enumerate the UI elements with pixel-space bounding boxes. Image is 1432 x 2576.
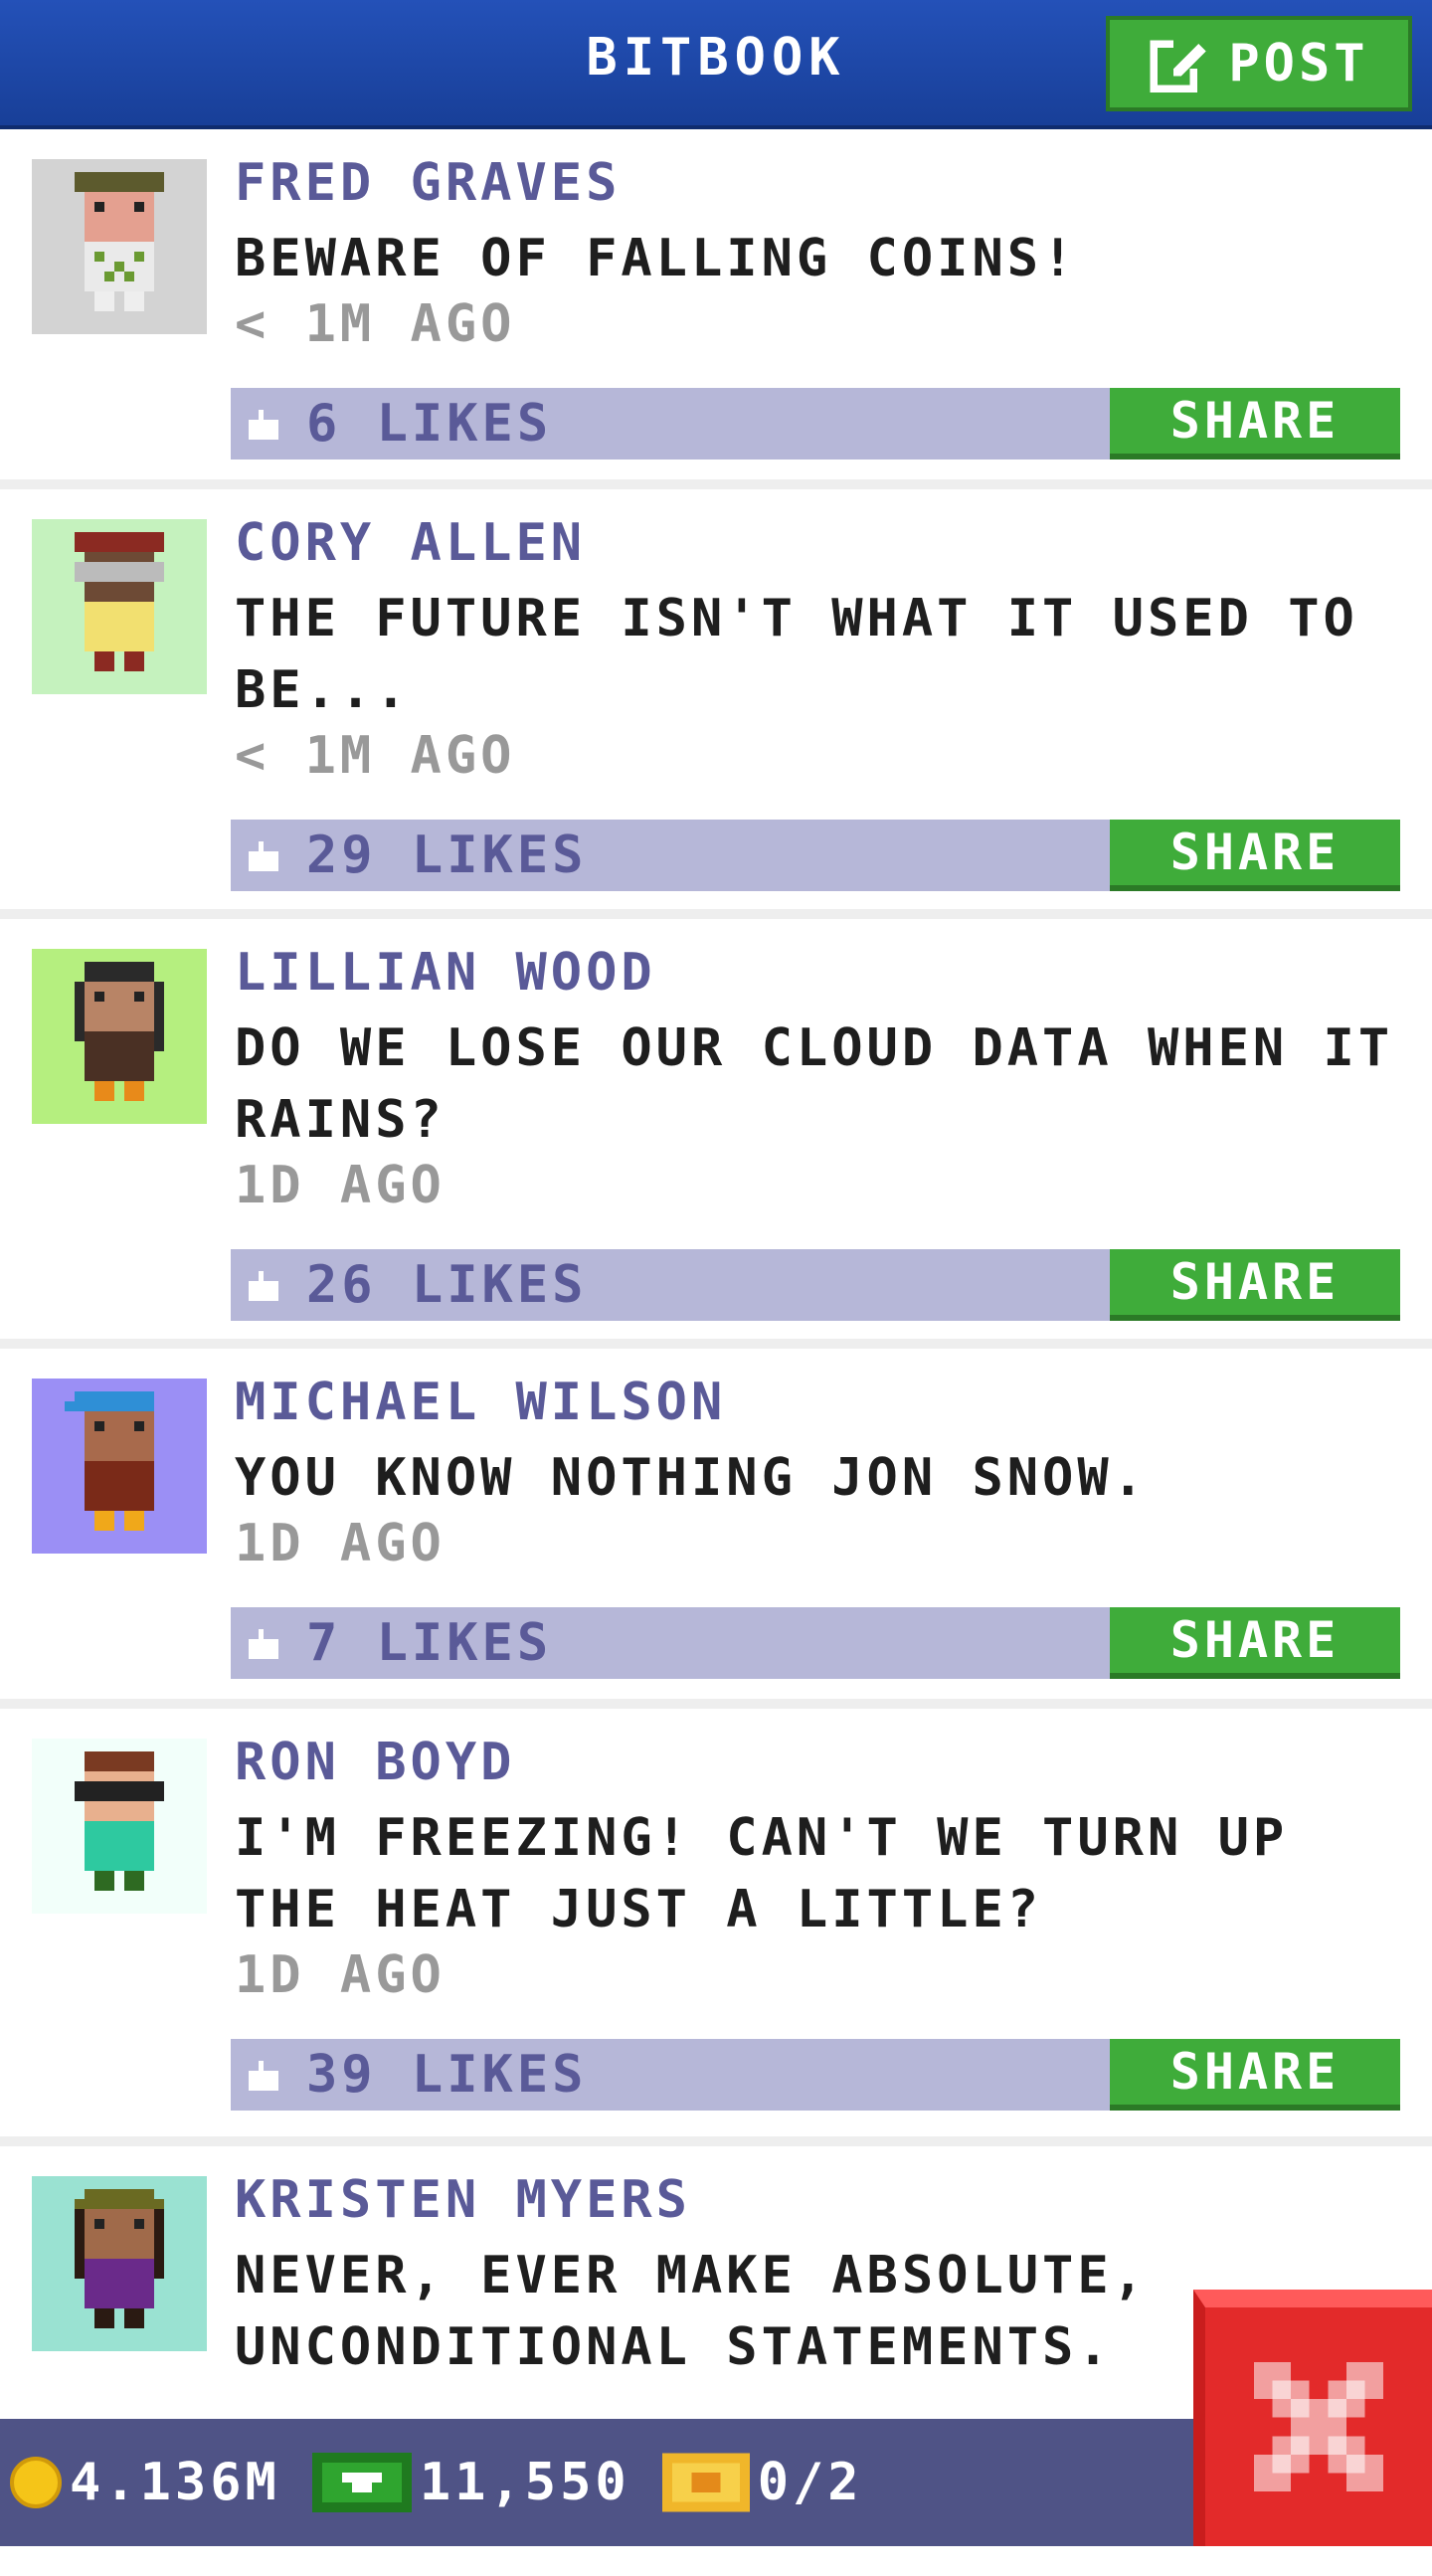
thumbs-up-icon bbox=[249, 1271, 278, 1301]
person-avatar-icon bbox=[75, 1751, 164, 1891]
coins-stat: 4.136M bbox=[10, 2453, 280, 2512]
bux-icon bbox=[311, 2453, 412, 2512]
coin-icon bbox=[10, 2457, 62, 2508]
person-avatar-icon bbox=[75, 532, 164, 671]
person-avatar-icon bbox=[75, 172, 164, 311]
avatar bbox=[32, 1379, 207, 1554]
post-time: 1D AGO bbox=[235, 1514, 446, 1573]
post-message: I'M FREEZING! CAN'T WE TURN UP THE HEAT … bbox=[235, 1808, 1289, 1939]
likes-count: 29 LIKES bbox=[306, 826, 588, 885]
likes-bar: 6 LIKES SHARE bbox=[231, 388, 1400, 460]
share-button[interactable]: SHARE bbox=[1110, 1249, 1400, 1321]
likes-bar: 29 LIKES SHARE bbox=[231, 820, 1400, 891]
feed-post: MICHAEL WILSON YOU KNOW NOTHING JON SNOW… bbox=[0, 1349, 1432, 1709]
post-author[interactable]: LILLIAN WOOD bbox=[235, 943, 656, 1003]
thumbs-up-icon bbox=[249, 841, 278, 871]
tickets-stat: 0/2 bbox=[661, 2453, 863, 2512]
share-button[interactable]: SHARE bbox=[1110, 820, 1400, 891]
tickets-value: 0/2 bbox=[757, 2453, 863, 2512]
avatar bbox=[32, 949, 207, 1124]
post-time: 1D AGO bbox=[235, 1945, 446, 2005]
feed: FRED GRAVES BEWARE OF FALLING COINS! < 1… bbox=[0, 129, 1432, 2576]
thumbs-up-icon bbox=[249, 1629, 278, 1659]
post-author[interactable]: CORY ALLEN bbox=[235, 513, 586, 573]
post-time: < 1M AGO bbox=[235, 294, 516, 354]
post-time: < 1M AGO bbox=[235, 726, 516, 786]
likes-count: 26 LIKES bbox=[306, 1255, 588, 1315]
avatar bbox=[32, 519, 207, 694]
close-button[interactable] bbox=[1193, 2290, 1432, 2546]
compose-icon bbox=[1150, 34, 1209, 92]
post-message: THE FUTURE ISN'T WHAT IT USED TO BE... bbox=[235, 589, 1358, 720]
share-button[interactable]: SHARE bbox=[1110, 388, 1400, 460]
avatar bbox=[32, 1739, 207, 1914]
avatar bbox=[32, 159, 207, 334]
post-author[interactable]: MICHAEL WILSON bbox=[235, 1373, 726, 1432]
feed-post: FRED GRAVES BEWARE OF FALLING COINS! < 1… bbox=[0, 129, 1432, 489]
avatar bbox=[32, 2176, 207, 2351]
likes-bar: 7 LIKES SHARE bbox=[231, 1607, 1400, 1679]
share-button[interactable]: SHARE bbox=[1110, 2039, 1400, 2111]
likes-count: 6 LIKES bbox=[306, 394, 553, 454]
share-button[interactable]: SHARE bbox=[1110, 1607, 1400, 1679]
likes-bar: 26 LIKES SHARE bbox=[231, 1249, 1400, 1321]
feed-post: RON BOYD I'M FREEZING! CAN'T WE TURN UP … bbox=[0, 1709, 1432, 2146]
likes-bar: 39 LIKES SHARE bbox=[231, 2039, 1400, 2111]
post-button[interactable]: POST bbox=[1106, 16, 1412, 111]
feed-post: CORY ALLEN THE FUTURE ISN'T WHAT IT USED… bbox=[0, 489, 1432, 919]
post-message: DO WE LOSE OUR CLOUD DATA WHEN IT RAINS? bbox=[235, 1018, 1394, 1150]
post-message: BEWARE OF FALLING COINS! bbox=[235, 229, 1078, 288]
thumbs-up-icon bbox=[249, 2061, 278, 2091]
post-author[interactable]: RON BOYD bbox=[235, 1733, 515, 1792]
likes-count: 7 LIKES bbox=[306, 1613, 553, 1673]
close-icon bbox=[1254, 2362, 1383, 2491]
bux-stat: 11,550 bbox=[311, 2453, 630, 2512]
post-author[interactable]: FRED GRAVES bbox=[235, 153, 621, 213]
ticket-icon bbox=[661, 2453, 750, 2512]
person-avatar-icon bbox=[75, 2189, 164, 2328]
person-avatar-icon bbox=[65, 1391, 154, 1531]
bux-value: 11,550 bbox=[419, 2453, 630, 2512]
app-header: BITBOOK POST bbox=[0, 0, 1432, 129]
thumbs-up-icon bbox=[249, 410, 278, 440]
person-avatar-icon bbox=[75, 962, 164, 1101]
post-author[interactable]: KRISTEN MYERS bbox=[235, 2170, 691, 2230]
post-time: 1D AGO bbox=[235, 1156, 446, 1215]
coins-value: 4.136M bbox=[70, 2453, 280, 2512]
post-button-label: POST bbox=[1228, 34, 1369, 93]
post-message: YOU KNOW NOTHING JON SNOW. bbox=[235, 1448, 1148, 1508]
likes-count: 39 LIKES bbox=[306, 2045, 588, 2105]
feed-post: LILLIAN WOOD DO WE LOSE OUR CLOUD DATA W… bbox=[0, 919, 1432, 1349]
